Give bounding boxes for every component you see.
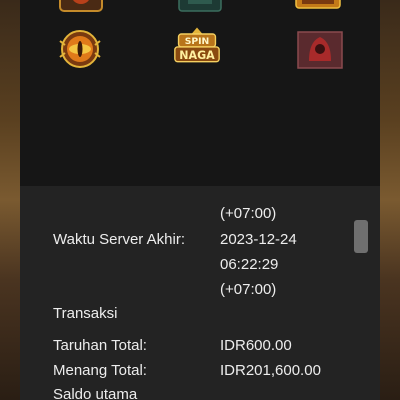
server-end-timezone: (+07:00) <box>220 281 277 298</box>
total-bet-label: Taruhan Total: <box>53 337 147 354</box>
spin-naga-naga-text: NAGA <box>179 49 215 62</box>
server-end-date: 2023-12-24 <box>220 231 297 248</box>
bet-detail-section: (+07:00) Waktu Server Akhir: 2023-12-24 … <box>20 186 380 400</box>
main-balance-heading: Saldo utama <box>53 386 138 400</box>
game-tile-top-1[interactable] <box>57 0 105 12</box>
game-history-panel: SPIN NAGA (+07:00) Waktu Server Akhir: 2… <box>20 0 380 400</box>
game-tile-dragon-eye[interactable] <box>56 29 104 69</box>
scrollbar-thumb[interactable] <box>354 220 368 253</box>
server-start-timezone: (+07:00) <box>220 205 277 222</box>
total-win-label: Menang Total: <box>53 362 147 379</box>
server-end-label: Waktu Server Akhir: <box>53 231 185 248</box>
dragon-eye-game-icon <box>59 30 101 68</box>
game-tile-top-3[interactable] <box>294 0 342 12</box>
game-tile-top-3-icon <box>295 0 341 9</box>
game-tile-top-2[interactable] <box>176 0 224 12</box>
game-tile-top-1-icon <box>59 0 103 12</box>
total-win-value: IDR201,600.00 <box>220 362 321 379</box>
background-left <box>0 0 22 400</box>
spin-naga-spin-text: SPIN <box>185 36 210 47</box>
total-bet-value: IDR600.00 <box>220 337 292 354</box>
red-shrine-game-icon <box>297 31 343 69</box>
game-tile-spin-naga[interactable]: SPIN NAGA <box>173 26 221 66</box>
spin-naga-game-icon: SPIN NAGA <box>174 27 220 63</box>
game-tile-red-shrine[interactable] <box>296 30 344 70</box>
game-tile-top-2-icon <box>178 0 222 12</box>
transactions-heading: Transaksi <box>53 305 118 322</box>
server-end-time: 06:22:29 <box>220 256 279 273</box>
background-right <box>378 0 400 400</box>
game-icons-area: SPIN NAGA <box>20 0 380 186</box>
